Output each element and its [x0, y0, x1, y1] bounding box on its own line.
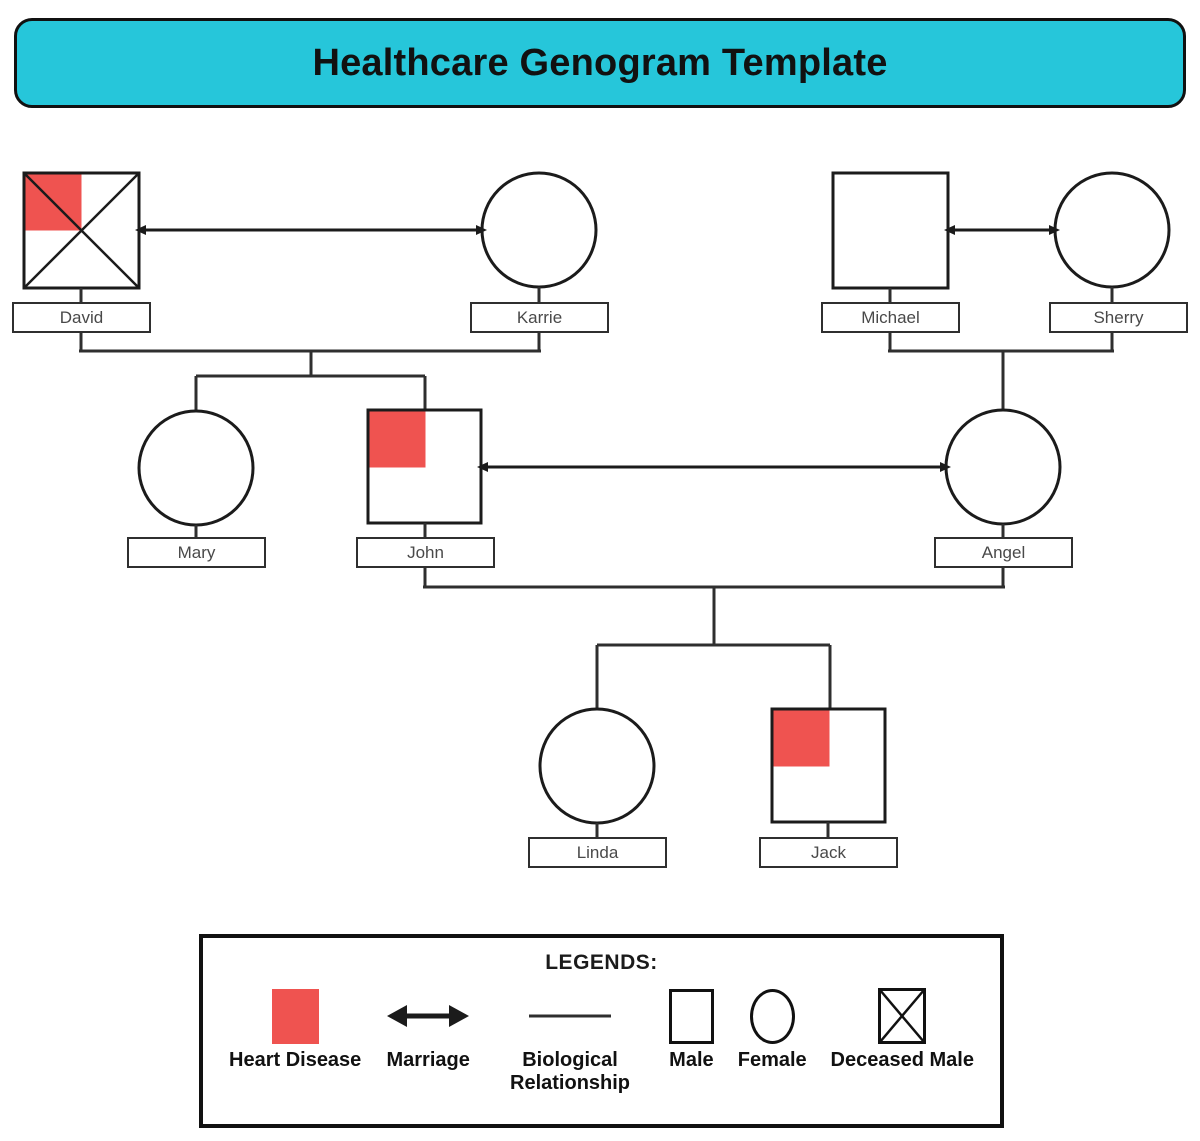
name-label-david[interactable]: David: [12, 302, 151, 333]
name-text: Linda: [576, 842, 619, 862]
name-text: Angel: [981, 542, 1026, 562]
person-node-sherry[interactable]: [1053, 171, 1171, 302]
name-label-sherry[interactable]: Sherry: [1049, 302, 1188, 333]
legend-label: Heart Disease: [229, 1049, 362, 1071]
genogram-page: Healthcare Genogram Template David Karri…: [0, 0, 1200, 1141]
legend-item-marriage: Marriage: [385, 985, 471, 1072]
descent-michael-sherry: [888, 331, 1114, 410]
name-text: Jack: [811, 842, 846, 862]
name-text: Sherry: [1093, 307, 1144, 327]
name-text: John: [407, 542, 444, 562]
marriage-arrow-icon: [385, 985, 471, 1047]
heart-disease-marker-jack: [773, 710, 830, 767]
legend-panel: LEGENDS: Heart Disease Marriage Biologic…: [199, 934, 1004, 1128]
legend-label: Female: [737, 1049, 807, 1071]
legend-item-male: Male: [668, 985, 714, 1072]
female-circle-icon: [749, 985, 795, 1047]
biological-line-icon: [525, 985, 615, 1047]
legend-item-heart-disease: Heart Disease: [229, 985, 361, 1072]
name-label-angel[interactable]: Angel: [934, 537, 1073, 568]
legend-label: Marriage: [386, 1049, 470, 1071]
name-label-karrie[interactable]: Karrie: [470, 302, 609, 333]
person-node-angel[interactable]: [944, 408, 1062, 537]
deceased-male-icon: [877, 985, 927, 1047]
name-text: Mary: [177, 542, 216, 562]
descent-john-angel: [423, 567, 1005, 709]
heart-disease-marker-john: [369, 411, 426, 468]
person-node-michael[interactable]: [831, 171, 950, 302]
name-label-linda[interactable]: Linda: [528, 837, 667, 868]
person-node-karrie[interactable]: [480, 171, 598, 302]
name-text: David: [59, 307, 104, 327]
legend-title: LEGENDS:: [545, 951, 658, 974]
legend-item-female: Female: [738, 985, 807, 1072]
name-label-michael[interactable]: Michael: [821, 302, 960, 333]
legend-label: Biological Relationship: [510, 1049, 631, 1094]
name-label-jack[interactable]: Jack: [759, 837, 898, 868]
name-text: Karrie: [516, 307, 563, 327]
person-node-david[interactable]: [22, 171, 141, 302]
male-square-icon: [668, 985, 714, 1047]
descent-david-karrie: [79, 331, 541, 411]
legend-item-biological-relationship: Biological Relationship: [495, 985, 645, 1095]
person-node-jack[interactable]: [770, 707, 887, 837]
heart-disease-swatch-icon: [271, 985, 319, 1047]
legend-items-row: Heart Disease Marriage Biological Relati…: [203, 975, 1000, 1095]
person-node-linda[interactable]: [538, 707, 656, 837]
legend-item-deceased-male: Deceased Male: [831, 985, 974, 1072]
name-label-john[interactable]: John: [356, 537, 495, 568]
legend-label: Deceased Male: [830, 1049, 974, 1071]
name-text: Michael: [861, 307, 920, 327]
person-node-john[interactable]: [366, 408, 483, 537]
person-node-mary[interactable]: [137, 409, 255, 537]
name-label-mary[interactable]: Mary: [127, 537, 266, 568]
legend-label: Male: [669, 1049, 714, 1071]
